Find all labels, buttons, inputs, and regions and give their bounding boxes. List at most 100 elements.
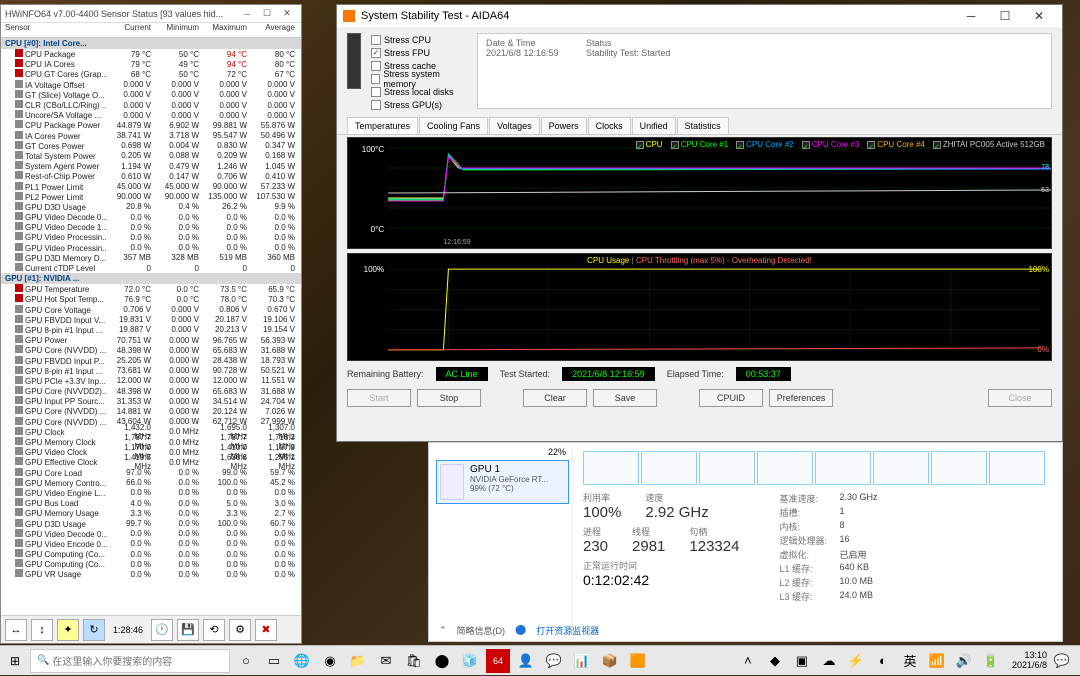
sensor-row[interactable]: GPU Input PP Sourc...31.353 W0.000 W34.5… (1, 396, 301, 406)
sensor-row[interactable]: GPU 8-pin #1 Input ...19.887 V0.000 V20.… (1, 325, 301, 335)
close-button[interactable]: ✕ (1022, 5, 1056, 27)
tray4-icon[interactable]: ⚡ (844, 649, 868, 673)
search-box[interactable]: 🔍 在这里输入你要搜索的内容 (30, 649, 230, 673)
sensor-row[interactable]: GPU PCIe +3.3V Inp...12.000 W0.000 W12.0… (1, 376, 301, 386)
sensor-group[interactable]: GPU [#1]: NVIDIA ... (1, 273, 301, 284)
checkbox-icon[interactable] (371, 74, 380, 84)
edge-icon[interactable]: 🌐 (290, 649, 314, 673)
chrome-icon[interactable]: ◉ (318, 649, 342, 673)
explorer-icon[interactable]: 📁 (346, 649, 370, 673)
sensor-row[interactable]: GPU Computing (Co...0.0 %0.0 %0.0 %0.0 % (1, 549, 301, 559)
taskbar-clock[interactable]: 13:10 2021/6/8 (1012, 651, 1047, 671)
start-button[interactable]: ⊞ (0, 646, 30, 676)
sensor-row[interactable]: GPU D3D Usage20.8 %0.4 %26.2 %9.9 % (1, 202, 301, 212)
xbox-icon[interactable]: ⬤ (430, 649, 454, 673)
checkbox-icon[interactable] (867, 141, 875, 149)
checkbox-icon[interactable] (736, 141, 744, 149)
sensor-row[interactable]: IA Voltage Offset0.000 V0.000 V0.000 V0.… (1, 80, 301, 90)
sensor-row[interactable]: GPU Power70.751 W0.000 W96.765 W56.393 W (1, 335, 301, 345)
maximize-button[interactable]: ☐ (988, 5, 1022, 27)
sensor-row[interactable]: GPU Hot Spot Temp...76.9 °C0.0 °C78.0 °C… (1, 294, 301, 304)
tray5-icon[interactable]: ◐ (871, 649, 895, 673)
close-button[interactable]: Close (988, 389, 1052, 407)
sensor-row[interactable]: GPU Video Processin...0.0 %0.0 %0.0 %0.0… (1, 243, 301, 253)
sensor-row[interactable]: System Agent Power1.194 W0.479 W1.246 W1… (1, 161, 301, 171)
checkbox-icon[interactable] (371, 35, 381, 45)
sensor-row[interactable]: PL1 Power Limit45.000 W45.000 W90.000 W5… (1, 181, 301, 191)
save-button[interactable]: 💾 (177, 619, 199, 641)
settings-button[interactable]: ⚙ (229, 619, 251, 641)
wechat-icon[interactable]: 💬 (542, 649, 566, 673)
aida-taskbar-icon[interactable]: 64 (486, 649, 510, 673)
save-button[interactable]: Save (593, 389, 657, 407)
open-resource-monitor[interactable]: 打开资源监视器 (536, 624, 599, 637)
legend-item[interactable]: CPU Core #1 (671, 140, 729, 149)
legend-item[interactable]: CPU Core #4 (867, 140, 925, 149)
collapse-button[interactable]: ↕ (31, 619, 53, 641)
sensor-group[interactable]: CPU [#0]: Intel Core... (1, 38, 301, 49)
stress-option[interactable]: Stress CPU (371, 33, 467, 46)
cortana-icon[interactable]: ○ (234, 649, 258, 673)
minimize-button[interactable]: ─ (237, 7, 257, 21)
start-button[interactable]: Start (347, 389, 411, 407)
col-avg[interactable]: Average (251, 23, 299, 37)
app4-icon[interactable]: 🟧 (626, 649, 650, 673)
sensor-row[interactable]: CPU IA Cores79 °C49 °C94 °C80 °C (1, 59, 301, 69)
sensor-row[interactable]: GPU Memory Usage3.3 %0.0 %3.3 %2.7 % (1, 508, 301, 518)
sensor-row[interactable]: GPU VR Usage0.0 %0.0 %0.0 %0.0 % (1, 569, 301, 579)
taskmgr-icon[interactable]: 📊 (570, 649, 594, 673)
aida-tab[interactable]: Clocks (588, 117, 631, 134)
sensor-row[interactable]: Uncore/SA Voltage ...0.000 V0.000 V0.000… (1, 110, 301, 120)
aida-tab[interactable]: Unified (632, 117, 676, 134)
hwinfo-body[interactable]: CPU [#0]: Intel Core...CPU Package79 °C5… (1, 38, 301, 615)
gpu-tile[interactable]: GPU 1 NVIDIA GeForce RT... 99% (72 °C) (436, 460, 569, 504)
battery-icon[interactable]: 🔋 (979, 649, 1003, 673)
store-icon[interactable]: 🛍 (402, 649, 426, 673)
aida-tab[interactable]: Voltages (489, 117, 540, 134)
maximize-button[interactable]: ☐ (257, 7, 277, 21)
preferences-button[interactable]: Preferences (769, 389, 833, 407)
col-min[interactable]: Minimum (155, 23, 203, 37)
app-icon[interactable]: 🧊 (458, 649, 482, 673)
sensor-row[interactable]: GPU Core (NVVDD) ...14.881 W0.000 W20.12… (1, 406, 301, 416)
sensor-row[interactable]: GPU Video Processin...0.0 %0.0 %0.0 %0.0… (1, 232, 301, 242)
checkbox-icon[interactable] (671, 141, 679, 149)
tray-up-icon[interactable]: ˄ (736, 649, 760, 673)
chevron-up-icon[interactable]: ⌃ (439, 625, 447, 636)
fewer-details[interactable]: 简略信息(D) (457, 624, 506, 637)
hwinfo-titlebar[interactable]: HWiNFO64 v7.00-4400 Sensor Status [93 va… (1, 5, 301, 23)
checkbox-icon[interactable] (802, 141, 810, 149)
stop-button[interactable]: Stop (417, 389, 481, 407)
sensor-row[interactable]: GPU FBVDD Input P...25.205 W0.000 W28.43… (1, 355, 301, 365)
legend-item[interactable]: CPU Core #2 (736, 140, 794, 149)
legend-item[interactable]: ZHITAI PC005 Active 512GB (933, 140, 1045, 149)
wifi-icon[interactable]: 📶 (925, 649, 949, 673)
col-sensor[interactable]: Sensor (1, 23, 107, 37)
sensor-row[interactable]: CPU Package79 °C50 °C94 °C80 °C (1, 49, 301, 59)
reset-button[interactable]: ⟲ (203, 619, 225, 641)
volume-icon[interactable]: 🔊 (952, 649, 976, 673)
sensor-row[interactable]: GPU Core (NVVDD) ...48.398 W0.000 W65.68… (1, 345, 301, 355)
checkbox-icon[interactable] (933, 141, 941, 149)
sensor-row[interactable]: GPU Core Voltage0.706 V0.000 V0.806 V0.6… (1, 305, 301, 315)
stress-option[interactable]: Stress FPU (371, 46, 467, 59)
app2-icon[interactable]: 👤 (514, 649, 538, 673)
sensor-row[interactable]: GPU Video Decode 0...0.0 %0.0 %0.0 %0.0 … (1, 212, 301, 222)
sensor-row[interactable]: GPU Video Decode 0...0.0 %0.0 %0.0 %0.0 … (1, 529, 301, 539)
checkbox-icon[interactable] (636, 141, 644, 149)
aida-tab[interactable]: Powers (541, 117, 587, 134)
ime-icon[interactable]: 英 (898, 649, 922, 673)
legend-item[interactable]: CPU (636, 140, 663, 149)
legend-item[interactable]: CPU Core #3 (802, 140, 860, 149)
stress-option[interactable]: Stress system memory (371, 72, 467, 85)
sensor-row[interactable]: CPU GT Cores (Grap...68 °C50 °C72 °C67 °… (1, 69, 301, 79)
notifications-icon[interactable]: 💬 (1050, 649, 1074, 673)
col-max[interactable]: Maximum (203, 23, 251, 37)
sensor-row[interactable]: GPU Bus Load4.0 %0.0 %5.0 %3.0 % (1, 498, 301, 508)
minimize-button[interactable]: ─ (954, 5, 988, 27)
aida-tab[interactable]: Statistics (677, 117, 729, 134)
sensor-row[interactable]: Total System Power0.205 W0.088 W0.209 W0… (1, 151, 301, 161)
taskview-icon[interactable]: ▭ (262, 649, 286, 673)
sensor-row[interactable]: CPU Package Power44.879 W6.902 W99.881 W… (1, 120, 301, 130)
checkbox-icon[interactable] (371, 61, 381, 71)
